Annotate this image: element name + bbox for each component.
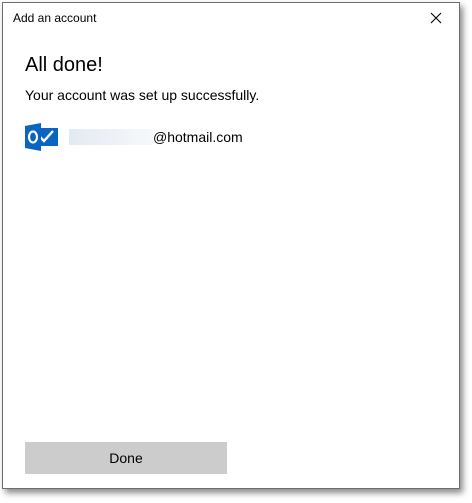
- add-account-dialog: Add an account All done! Your account wa…: [2, 2, 460, 489]
- close-button[interactable]: [413, 3, 459, 33]
- stage: Add an account All done! Your account wa…: [0, 0, 472, 503]
- redacted-email-username: [69, 129, 153, 145]
- page-heading: All done!: [25, 54, 103, 76]
- success-message: Your account was set up successfully.: [25, 87, 260, 103]
- title-bar: Add an account: [3, 3, 459, 33]
- done-button[interactable]: Done: [25, 442, 227, 474]
- window-title: Add an account: [13, 11, 97, 25]
- outlook-icon: [25, 123, 58, 151]
- account-email: @hotmail.com: [153, 129, 243, 145]
- account-row: @hotmail.com: [25, 123, 243, 151]
- close-icon: [430, 12, 442, 24]
